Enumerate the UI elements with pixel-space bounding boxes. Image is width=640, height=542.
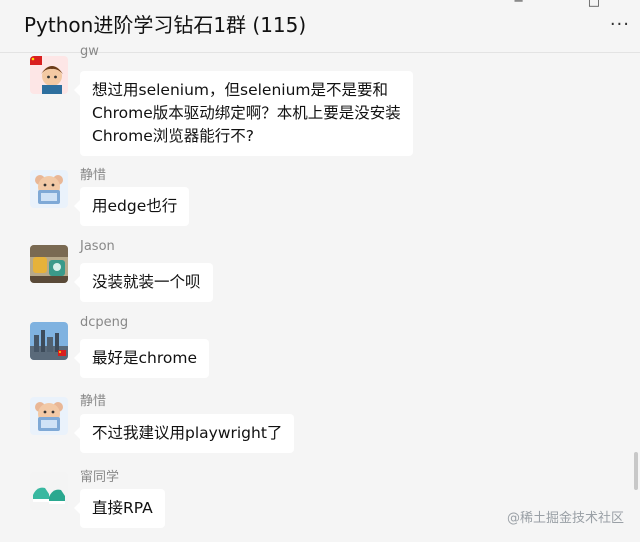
sender-name: dcpeng xyxy=(80,315,129,330)
cartoon-bear-avatar[interactable] xyxy=(30,397,68,435)
cartoon-person-avatar[interactable] xyxy=(30,56,68,94)
green-shoes-avatar[interactable] xyxy=(30,472,68,510)
message-text: 不过我建议用playwright了 xyxy=(92,424,283,442)
sender-name: 甯同学 xyxy=(80,470,120,485)
sender-name: 静惜 xyxy=(80,394,107,409)
message-line: Chrome浏览器能行不? xyxy=(92,127,255,145)
message-bubble[interactable]: 想过用selenium，但selenium是不是要和 Chrome版本驱动绑定啊… xyxy=(74,71,413,156)
chat-scrollbar[interactable] xyxy=(634,452,638,490)
more-options-icon[interactable]: ··· xyxy=(610,14,630,35)
watermark: @稀土掘金技术社区 xyxy=(506,511,624,526)
message-bubble[interactable]: 不过我建议用playwright了 xyxy=(73,414,295,453)
message-bubble[interactable]: 最好是chrome xyxy=(74,339,209,378)
maximize-icon[interactable]: □ xyxy=(588,0,600,9)
message-text: 直接RPA xyxy=(92,499,153,517)
city-skyline-avatar[interactable] xyxy=(30,322,68,360)
sender-name: 静惜 xyxy=(80,168,107,183)
message-text: 最好是chrome xyxy=(92,349,197,367)
cartoon-bear-avatar[interactable] xyxy=(30,170,68,208)
message-line: 想过用selenium，但selenium是不是要和 xyxy=(92,81,389,99)
message-text: 没装就装一个呗 xyxy=(92,273,201,291)
message-bubble[interactable]: 直接RPA xyxy=(74,489,165,528)
minimize-icon[interactable]: − xyxy=(513,0,524,9)
message-line: Chrome版本驱动绑定啊？本机上要是没安装 xyxy=(92,104,401,122)
message-bubble[interactable]: 用edge也行 xyxy=(73,187,190,226)
sender-name: Jason xyxy=(80,239,115,254)
message-text: 用edge也行 xyxy=(92,197,178,215)
message-bubble[interactable]: 没装就装一个呗 xyxy=(74,263,213,302)
sender-name: gw xyxy=(80,44,99,59)
toys-photo-avatar[interactable] xyxy=(30,245,68,283)
chat-title: Python进阶学习钻石1群 (115) xyxy=(24,13,307,37)
